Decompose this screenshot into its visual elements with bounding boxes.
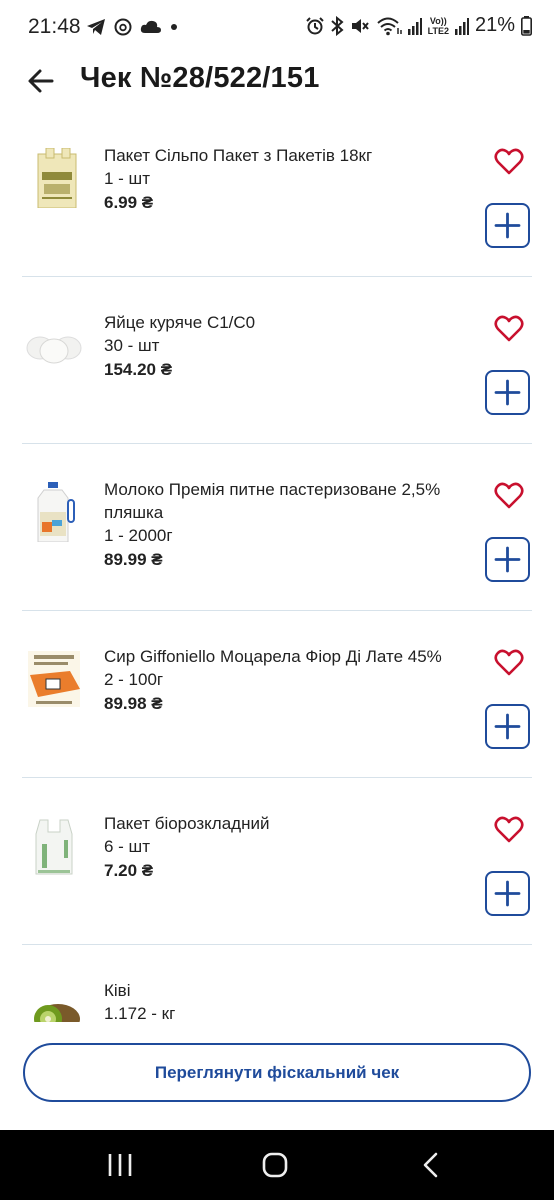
item-quantity: 6 - шт — [104, 837, 150, 856]
telegram-icon — [87, 19, 105, 35]
receipt-item: Молоко Премія питне пастеризоване 2,5% п… — [0, 444, 554, 611]
back-button[interactable] — [24, 62, 62, 100]
nav-back-button[interactable] — [412, 1149, 452, 1181]
item-price: 154.20 ₴ — [104, 360, 173, 379]
item-quantity: 30 - шт — [104, 336, 160, 355]
signal-icon — [454, 17, 469, 35]
product-image — [24, 482, 84, 543]
cloud-icon — [140, 20, 161, 33]
add-to-cart-button[interactable] — [485, 370, 530, 415]
add-to-cart-button[interactable] — [485, 203, 530, 248]
favorite-button[interactable] — [494, 148, 524, 176]
plus-icon — [494, 880, 521, 907]
lte-label: LTE2 — [427, 25, 449, 36]
heart-icon — [494, 482, 524, 509]
mute-icon — [351, 18, 369, 33]
alarm-icon — [305, 16, 324, 34]
add-to-cart-button[interactable] — [485, 871, 530, 916]
status-left-icons — [86, 16, 178, 38]
item-price: 7.20 ₴ — [104, 861, 154, 880]
wifi-icon — [376, 17, 402, 35]
status-bar: 21:48 Vo)) LTE2 21% — [0, 0, 554, 54]
cheese-pack-icon — [28, 651, 80, 707]
item-info: Ківі 1.172 - кг — [104, 979, 474, 1022]
plus-icon — [494, 212, 521, 239]
battery-percent: 21% — [474, 14, 515, 36]
item-info: Сир Giffoniello Моцарела Фіор Ді Лате 45… — [104, 645, 474, 715]
plastic-bag-icon — [35, 819, 73, 875]
favorite-button[interactable] — [494, 315, 524, 343]
bag-icon — [37, 147, 77, 209]
receipt-item: Сир Giffoniello Моцарела Фіор Ді Лате 45… — [0, 611, 554, 778]
status-time: 21:48 — [28, 15, 81, 38]
favorite-button[interactable] — [494, 649, 524, 677]
product-image — [24, 147, 84, 209]
home-icon — [262, 1152, 288, 1178]
heart-icon — [494, 816, 524, 843]
item-quantity: 1.172 - кг — [104, 1004, 176, 1022]
item-quantity: 1 - шт — [104, 169, 150, 188]
view-fiscal-receipt-button[interactable]: Переглянути фіскальний чек — [23, 1043, 531, 1102]
recents-button[interactable] — [100, 1149, 140, 1181]
favorite-button[interactable] — [494, 816, 524, 844]
item-name: Ківі — [104, 981, 131, 1000]
heart-icon — [494, 148, 524, 175]
recents-icon — [108, 1154, 132, 1176]
item-info: Пакет біорозкладний 6 - шт 7.20 ₴ — [104, 812, 474, 882]
receipt-item: Ківі 1.172 - кг — [0, 945, 554, 1022]
plus-icon — [494, 379, 521, 406]
item-name: Яйце куряче С1/С0 — [104, 313, 256, 332]
dot-icon — [171, 24, 177, 30]
product-image — [24, 315, 84, 375]
item-name: Пакет біорозкладний — [104, 814, 270, 833]
item-name: Сир Giffoniello Моцарела Фіор Ді Лате 45… — [104, 647, 442, 666]
bluetooth-icon — [330, 15, 344, 36]
battery-icon — [521, 15, 532, 36]
heart-icon — [494, 315, 524, 342]
volte-label: Vo)) — [429, 15, 447, 26]
page-title: Чек №28/522/151 — [80, 62, 320, 94]
item-name: Молоко Премія питне пастеризоване 2,5% п… — [104, 480, 441, 522]
kiwi-icon — [34, 1004, 80, 1022]
arrow-left-icon — [28, 69, 54, 93]
item-info: Молоко Премія питне пастеризоване 2,5% п… — [104, 478, 474, 571]
product-image — [24, 816, 84, 876]
status-right-icons: Vo)) LTE2 21% — [305, 14, 532, 37]
receipt-item: Яйце куряче С1/С0 30 - шт 154.20 ₴ — [0, 277, 554, 444]
item-price: 89.98 ₴ — [104, 694, 163, 713]
product-image — [24, 983, 84, 1022]
add-to-cart-button[interactable] — [485, 537, 530, 582]
receipt-item: Пакет Сільпо Пакет з Пакетів 18кг 1 - шт… — [0, 110, 554, 277]
signal-icon — [407, 17, 422, 35]
back-icon — [423, 1152, 438, 1178]
threads-icon — [114, 18, 132, 36]
system-nav-bar — [0, 1130, 554, 1200]
plus-icon — [494, 713, 521, 740]
home-button[interactable] — [255, 1149, 295, 1181]
item-price: 6.99 ₴ — [104, 193, 154, 212]
milk-bottle-icon — [37, 482, 75, 543]
heart-icon — [494, 649, 524, 676]
item-info: Яйце куряче С1/С0 30 - шт 154.20 ₴ — [104, 311, 474, 381]
header: Чек №28/522/151 — [0, 54, 554, 110]
add-to-cart-button[interactable] — [485, 704, 530, 749]
item-info: Пакет Сільпо Пакет з Пакетів 18кг 1 - шт… — [104, 144, 474, 214]
item-price: 89.99 ₴ — [104, 550, 163, 569]
eggs-icon — [26, 336, 82, 364]
item-quantity: 1 - 2000г — [104, 526, 173, 545]
item-name: Пакет Сільпо Пакет з Пакетів 18кг — [104, 146, 373, 165]
volte-lte2-icon: Vo)) LTE2 — [428, 16, 449, 36]
plus-icon — [494, 546, 521, 573]
receipt-item: Пакет біорозкладний 6 - шт 7.20 ₴ — [0, 778, 554, 945]
favorite-button[interactable] — [494, 482, 524, 510]
product-image — [24, 649, 84, 709]
item-quantity: 2 - 100г — [104, 670, 164, 689]
receipt-items-list[interactable]: Пакет Сільпо Пакет з Пакетів 18кг 1 - шт… — [0, 110, 554, 1022]
